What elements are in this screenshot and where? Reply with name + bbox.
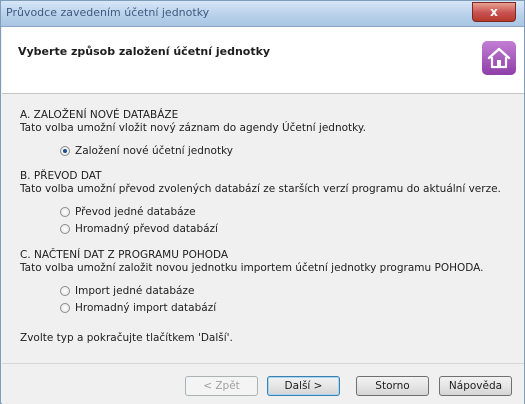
section-a-title: A. ZALOŽENÍ NOVÉ DATABÁZE bbox=[20, 109, 179, 121]
button-bar: < Zpět Další > Storno Nápověda bbox=[2, 363, 524, 404]
radio-convert-single[interactable]: Převod jedné databáze bbox=[60, 206, 196, 218]
radio-unchecked-icon[interactable] bbox=[60, 286, 70, 296]
radio-unchecked-icon[interactable] bbox=[60, 207, 70, 217]
radio-label: Převod jedné databáze bbox=[75, 206, 196, 218]
radio-new-unit[interactable]: Založení nové účetní jednotky bbox=[60, 145, 233, 157]
section-c-title: C. NAČTENÍ DAT Z PROGRAMU POHODA bbox=[20, 249, 229, 261]
next-button[interactable]: Další > bbox=[267, 376, 340, 396]
section-b-title: B. PŘEVOD DAT bbox=[20, 170, 102, 182]
radio-import-bulk[interactable]: Hromadný import databází bbox=[60, 302, 216, 314]
cancel-button[interactable]: Storno bbox=[356, 376, 429, 396]
radio-label: Import jedné databáze bbox=[75, 285, 195, 297]
radio-label: Hromadný převod databází bbox=[75, 223, 218, 235]
radio-label: Založení nové účetní jednotky bbox=[75, 145, 234, 157]
section-c-description: Tato volba umožní založit novou jednotku… bbox=[20, 262, 484, 274]
page-title: Vyberte způsob založení účetní jednotky bbox=[18, 45, 271, 58]
section-a-description: Tato volba umožní vložit nový záznam do … bbox=[20, 122, 366, 134]
help-button[interactable]: Nápověda bbox=[439, 376, 512, 396]
back-button[interactable]: < Zpět bbox=[185, 376, 258, 396]
radio-label: Hromadný import databází bbox=[75, 302, 217, 314]
radio-import-single[interactable]: Import jedné databáze bbox=[60, 285, 194, 297]
window-title: Průvodce zavedením účetní jednotky bbox=[6, 6, 210, 19]
section-b-description: Tato volba umožní převod zvolených datab… bbox=[20, 183, 501, 195]
close-icon: x bbox=[490, 5, 498, 19]
radio-checked-icon[interactable] bbox=[60, 146, 70, 156]
footer-note: Zvolte typ a pokračujte tlačítkem 'Další… bbox=[20, 332, 233, 344]
radio-unchecked-icon[interactable] bbox=[60, 303, 70, 313]
wizard-window: Průvodce zavedením účetní jednotky x Vyb… bbox=[0, 0, 525, 404]
title-bar[interactable]: Průvodce zavedením účetní jednotky x bbox=[1, 1, 524, 27]
radio-unchecked-icon[interactable] bbox=[60, 224, 70, 234]
wizard-header: Vyberte způsob založení účetní jednotky bbox=[2, 27, 524, 94]
close-button[interactable]: x bbox=[472, 2, 516, 22]
radio-convert-bulk[interactable]: Hromadný převod databází bbox=[60, 223, 218, 235]
home-icon bbox=[482, 41, 516, 75]
